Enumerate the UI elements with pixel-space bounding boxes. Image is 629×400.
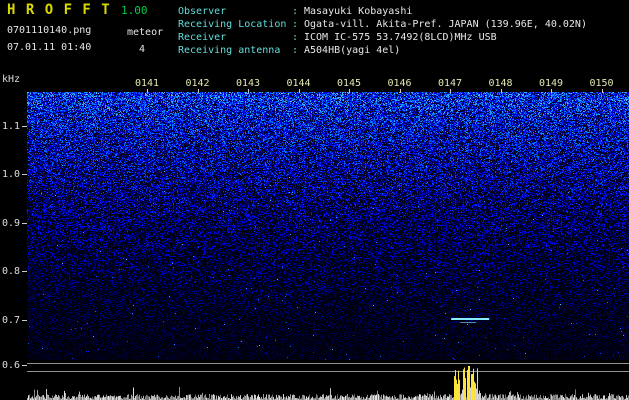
time-tick-label: 0141 [135, 78, 160, 89]
spectrogram-canvas [27, 92, 629, 360]
time-tick-label: 0150 [589, 78, 614, 89]
echo-count: 4 [139, 44, 146, 55]
freq-tick-label: 0.9 [1, 218, 20, 229]
time-tick-label: 0148 [488, 78, 513, 89]
power-plot-canvas [27, 360, 629, 400]
info-row-antenna: Receiving antenna: A504HB(yagi 4el) [178, 44, 587, 57]
info-value: Masayuki Kobayashi [304, 6, 413, 17]
freq-tick-label: 1.0 [1, 169, 20, 180]
info-value: A504HB(yagi 4el) [304, 45, 401, 56]
time-tick-label: 0142 [185, 78, 210, 89]
freq-tick-label: 0.6 [1, 360, 20, 371]
time-tick-label: 0143 [236, 78, 261, 89]
app-title: H R O F F T [7, 2, 111, 18]
info-separator: : [292, 19, 299, 30]
observation-datetime: 07.01.11 01:40 [7, 42, 92, 53]
info-separator: : [292, 6, 299, 17]
info-row-receiver: Receiver: ICOM IC-575 53.7492(8LCD)MHz US… [178, 31, 587, 44]
info-row-location: Receiving Location: Ogata-vill. Akita-Pre… [178, 18, 587, 31]
time-tick-label: 0145 [337, 78, 362, 89]
info-value: Ogata-vill. Akita-Pref. JAPAN (139.96E, … [304, 19, 587, 30]
time-tick-label: 0144 [286, 78, 311, 89]
hrofft-output: H R O F F T 1.00 0701110140.png meteor 0… [0, 0, 629, 400]
info-label: Observer [178, 6, 227, 17]
y-axis-unit-label: kHz [2, 74, 21, 85]
info-value: ICOM IC-575 53.7492(8LCD)MHz USB [304, 32, 497, 43]
info-row-observer: Observer: Masayuki Kobayashi [178, 5, 587, 18]
freq-tick-label: 0.7 [1, 315, 20, 326]
time-tick-label: 0147 [438, 78, 463, 89]
info-label: Receiving antenna [178, 45, 281, 56]
time-tick-label: 0149 [539, 78, 564, 89]
mode-label: meteor [127, 27, 164, 38]
app-version: 1.00 [121, 4, 148, 17]
info-separator: : [292, 45, 299, 56]
info-label: Receiver [178, 32, 227, 43]
info-label: Receiving Location [178, 19, 287, 30]
output-filename: 0701110140.png [7, 25, 92, 36]
freq-tick-label: 1.1 [1, 121, 20, 132]
info-separator: : [292, 32, 299, 43]
station-info: Observer: Masayuki Kobayashi Receiving Lo… [178, 5, 587, 57]
time-tick-label: 0146 [387, 78, 412, 89]
freq-tick-label: 0.8 [1, 266, 20, 277]
